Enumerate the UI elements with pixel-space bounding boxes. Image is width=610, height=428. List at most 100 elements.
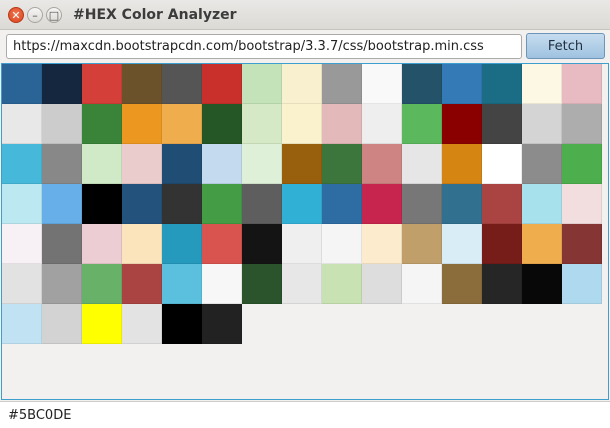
color-swatch[interactable] — [362, 224, 402, 264]
color-swatch[interactable] — [2, 184, 42, 224]
color-swatch[interactable] — [42, 144, 82, 184]
color-swatch[interactable] — [202, 264, 242, 304]
color-swatch[interactable] — [282, 144, 322, 184]
color-swatch[interactable] — [162, 144, 202, 184]
color-swatch[interactable] — [322, 184, 362, 224]
color-swatch[interactable] — [162, 184, 202, 224]
color-swatch[interactable] — [42, 264, 82, 304]
color-swatch[interactable] — [242, 184, 282, 224]
color-swatch[interactable] — [442, 64, 482, 104]
color-swatch[interactable] — [482, 104, 522, 144]
maximize-icon[interactable]: □ — [46, 7, 62, 23]
color-swatch[interactable] — [282, 104, 322, 144]
color-swatch[interactable] — [442, 264, 482, 304]
color-swatch[interactable] — [242, 224, 282, 264]
color-swatch[interactable] — [2, 224, 42, 264]
color-swatch[interactable] — [402, 64, 442, 104]
color-swatch[interactable] — [202, 304, 242, 344]
color-swatch[interactable] — [402, 264, 442, 304]
color-swatch[interactable] — [362, 184, 402, 224]
color-swatch[interactable] — [122, 64, 162, 104]
color-swatch[interactable] — [562, 184, 602, 224]
color-swatch[interactable] — [202, 64, 242, 104]
color-swatch[interactable] — [282, 224, 322, 264]
color-swatch[interactable] — [42, 184, 82, 224]
color-swatch[interactable] — [122, 104, 162, 144]
color-swatch[interactable] — [522, 264, 562, 304]
color-swatch[interactable] — [122, 264, 162, 304]
color-swatch[interactable] — [402, 184, 442, 224]
color-swatch[interactable] — [362, 104, 402, 144]
color-swatch[interactable] — [202, 144, 242, 184]
color-swatch[interactable] — [82, 224, 122, 264]
color-swatch[interactable] — [242, 264, 282, 304]
color-swatch[interactable] — [282, 64, 322, 104]
color-swatch[interactable] — [162, 64, 202, 104]
color-swatch[interactable] — [162, 304, 202, 344]
color-swatch[interactable] — [202, 104, 242, 144]
selected-color-field[interactable] — [0, 401, 610, 428]
color-swatch[interactable] — [482, 224, 522, 264]
color-swatch[interactable] — [402, 224, 442, 264]
color-swatch[interactable] — [42, 224, 82, 264]
fetch-button[interactable]: Fetch — [526, 33, 605, 59]
color-swatch[interactable] — [122, 224, 162, 264]
color-swatch[interactable] — [82, 104, 122, 144]
color-swatch[interactable] — [522, 184, 562, 224]
color-swatch[interactable] — [562, 64, 602, 104]
color-swatch[interactable] — [482, 144, 522, 184]
color-swatch[interactable] — [322, 104, 362, 144]
color-swatch[interactable] — [402, 144, 442, 184]
color-swatch[interactable] — [442, 144, 482, 184]
color-swatch[interactable] — [282, 184, 322, 224]
color-swatch[interactable] — [522, 144, 562, 184]
color-swatch[interactable] — [42, 104, 82, 144]
color-swatch[interactable] — [442, 104, 482, 144]
color-swatch[interactable] — [122, 184, 162, 224]
color-swatch[interactable] — [362, 144, 402, 184]
color-swatch[interactable] — [2, 104, 42, 144]
color-swatch[interactable] — [282, 264, 322, 304]
color-swatch[interactable] — [522, 224, 562, 264]
color-swatch[interactable] — [322, 264, 362, 304]
color-swatch[interactable] — [42, 64, 82, 104]
color-swatch[interactable] — [522, 64, 562, 104]
color-swatch[interactable] — [162, 224, 202, 264]
color-swatch[interactable] — [402, 104, 442, 144]
color-swatch[interactable] — [522, 104, 562, 144]
color-swatch[interactable] — [242, 64, 282, 104]
color-swatch[interactable] — [362, 64, 402, 104]
color-swatch[interactable] — [162, 264, 202, 304]
color-swatch[interactable] — [562, 264, 602, 304]
color-swatch[interactable] — [42, 304, 82, 344]
color-swatch[interactable] — [482, 64, 522, 104]
url-input[interactable] — [6, 34, 522, 59]
color-swatch[interactable] — [82, 184, 122, 224]
color-swatch[interactable] — [202, 224, 242, 264]
color-swatch[interactable] — [442, 184, 482, 224]
color-swatch[interactable] — [482, 184, 522, 224]
color-swatch[interactable] — [82, 264, 122, 304]
color-swatch[interactable] — [82, 64, 122, 104]
color-swatch[interactable] — [2, 64, 42, 104]
color-swatch[interactable] — [82, 144, 122, 184]
color-swatch[interactable] — [82, 304, 122, 344]
close-icon[interactable]: ✕ — [8, 7, 24, 23]
color-swatch[interactable] — [2, 144, 42, 184]
color-swatch[interactable] — [242, 144, 282, 184]
color-swatch[interactable] — [442, 224, 482, 264]
color-swatch[interactable] — [322, 144, 362, 184]
color-swatch[interactable] — [122, 144, 162, 184]
color-swatch[interactable] — [322, 64, 362, 104]
color-swatch[interactable] — [122, 304, 162, 344]
minimize-icon[interactable]: – — [27, 7, 43, 23]
color-swatch[interactable] — [2, 304, 42, 344]
color-swatch[interactable] — [2, 264, 42, 304]
color-swatch[interactable] — [202, 184, 242, 224]
color-swatch[interactable] — [362, 264, 402, 304]
color-swatch[interactable] — [562, 144, 602, 184]
color-swatch[interactable] — [482, 264, 522, 304]
color-swatch[interactable] — [562, 104, 602, 144]
color-swatch[interactable] — [162, 104, 202, 144]
color-swatch[interactable] — [322, 224, 362, 264]
